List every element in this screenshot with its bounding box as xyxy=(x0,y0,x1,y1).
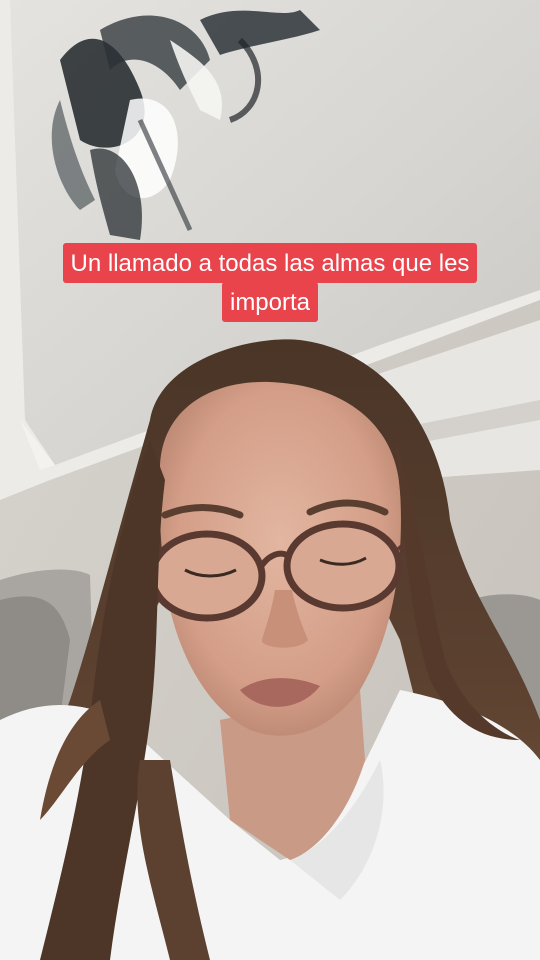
caption-line-2: importa xyxy=(221,282,319,322)
video-caption: Un llamado a todas las almas que les imp… xyxy=(0,243,540,322)
background-scene xyxy=(0,0,540,960)
video-frame: Un llamado a todas las almas que les imp… xyxy=(0,0,540,960)
caption-line-1: Un llamado a todas las almas que les xyxy=(62,243,478,283)
